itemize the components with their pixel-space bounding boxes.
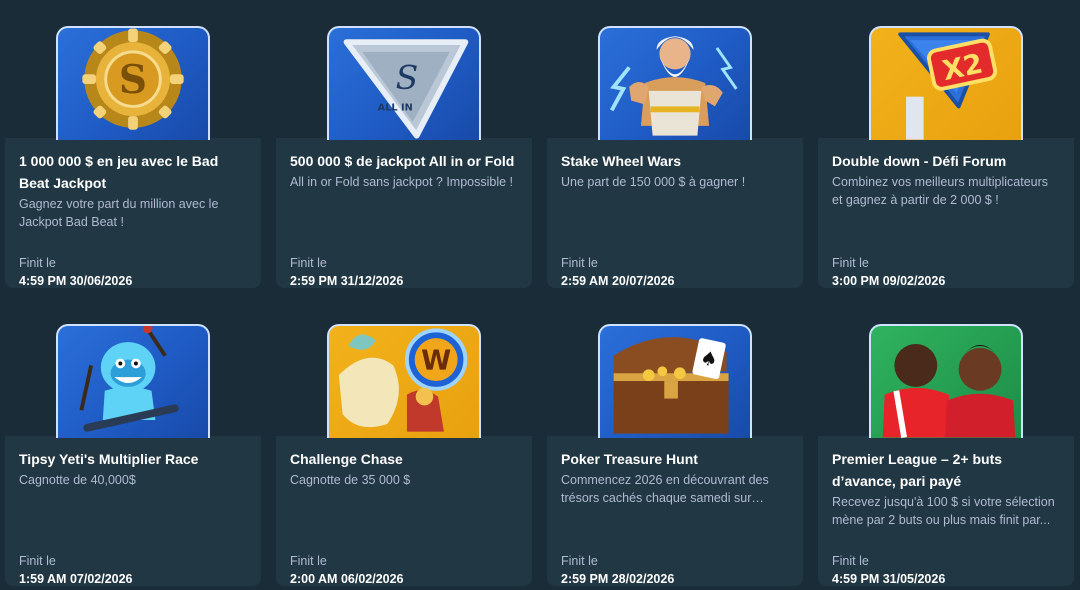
card-description: Une part de 150 000 $ à gagner ! — [561, 175, 746, 189]
card-image-area: X2 — [818, 4, 1074, 140]
football-players — [869, 324, 1023, 438]
yeti-skier — [56, 324, 210, 438]
w-badge-text: W — [421, 345, 451, 376]
svg-text:S: S — [119, 57, 147, 103]
ends-date: 2:59 PM 28/02/2026 — [561, 572, 675, 586]
card-image-area: S — [5, 4, 261, 140]
card-end-info: Finit le 4:59 PM 30/06/2026 — [19, 254, 132, 288]
x2-sign-icon: X2 — [869, 26, 1023, 140]
svg-text:S: S — [396, 58, 419, 97]
card-image-area: W — [276, 302, 532, 438]
card-title: Tipsy Yeti's Multiplier Race — [19, 451, 199, 467]
card-end-info: Finit le 2:59 PM 31/12/2026 — [290, 254, 403, 288]
card-end-info: Finit le 2:59 AM 20/07/2026 — [561, 254, 675, 288]
card-body: Tipsy Yeti's Multiplier Race Cagnotte de… — [5, 436, 261, 586]
card-title: Stake Wheel Wars — [561, 153, 682, 169]
gold-coin-icon: S — [56, 26, 210, 140]
promo-card-challenge-chase[interactable]: W Challenge Chase Cagnotte de 35 000 $ F… — [276, 302, 532, 586]
card-body: 1 000 000 $ en jeu avec le Bad Beat Jack… — [5, 138, 261, 288]
card-body: Stake Wheel Wars Une part de 150 000 $ à… — [547, 138, 803, 288]
card-description: Gagnez votre part du million avec le Jac… — [19, 197, 219, 229]
zeus-character — [598, 26, 752, 140]
card-end-info: Finit le 4:59 PM 31/05/2026 — [832, 552, 945, 586]
promo-card-stake-wheel-wars[interactable]: Stake Wheel Wars Une part de 150 000 $ à… — [547, 4, 803, 288]
w-bubble-characters: W — [327, 324, 481, 438]
ends-date: 2:59 AM 20/07/2026 — [561, 274, 675, 288]
ends-label: Finit le — [19, 554, 56, 568]
card-title: Poker Treasure Hunt — [561, 451, 698, 467]
ends-label: Finit le — [290, 554, 327, 568]
ends-date: 4:59 PM 30/06/2026 — [19, 274, 133, 288]
ends-date: 2:00 AM 06/02/2026 — [290, 572, 404, 586]
ends-label: Finit le — [832, 256, 869, 270]
promo-card-all-in-or-fold[interactable]: S ALL IN 500 000 $ de jackpot All in or … — [276, 4, 532, 288]
card-end-info: Finit le 2:00 AM 06/02/2026 — [290, 552, 404, 586]
promo-card-double-down[interactable]: X2 Double down - Défi Forum Combinez vos… — [818, 4, 1074, 288]
ends-label: Finit le — [832, 554, 869, 568]
card-description: All in or Fold sans jackpot ? Impossible… — [290, 175, 514, 189]
card-body: Double down - Défi Forum Combinez vos me… — [818, 138, 1074, 288]
promotions-grid: S 1 000 000 $ en jeu avec le Bad Beat Ja… — [5, 4, 1074, 586]
ends-date: 1:59 AM 07/02/2026 — [19, 572, 133, 586]
promo-card-premier-league[interactable]: Premier League – 2+ buts d’avance, pari … — [818, 302, 1074, 586]
card-description: Cagnotte de 40,000$ — [19, 473, 136, 487]
ends-label: Finit le — [290, 256, 327, 270]
promo-card-bad-beat-jackpot[interactable]: S 1 000 000 $ en jeu avec le Bad Beat Ja… — [5, 4, 261, 288]
ends-label: Finit le — [19, 256, 56, 270]
card-description: Commencez 2026 en découvrant des trésors… — [561, 473, 769, 505]
all-in-badge-icon: S ALL IN — [327, 26, 481, 140]
card-description: Recevez jusqu'à 100 $ si votre sélection… — [832, 495, 1055, 527]
ends-date: 4:59 PM 31/05/2026 — [832, 572, 946, 586]
card-description: Combinez vos meilleurs multiplicateurs e… — [832, 175, 1049, 207]
card-body: Challenge Chase Cagnotte de 35 000 $ Fin… — [276, 436, 532, 586]
card-title: Challenge Chase — [290, 451, 403, 467]
card-body: Poker Treasure Hunt Commencez 2026 en dé… — [547, 436, 803, 586]
card-image-area: S ALL IN — [276, 4, 532, 140]
card-title: Premier League – 2+ buts d’avance, pari … — [832, 451, 1003, 489]
card-image-area — [5, 302, 261, 438]
card-title: 1 000 000 $ en jeu avec le Bad Beat Jack… — [19, 153, 219, 191]
card-image-area — [818, 302, 1074, 438]
promo-card-tipsy-yeti[interactable]: Tipsy Yeti's Multiplier Race Cagnotte de… — [5, 302, 261, 586]
card-title: 500 000 $ de jackpot All in or Fold — [290, 153, 515, 169]
card-body: 500 000 $ de jackpot All in or Fold All … — [276, 138, 532, 288]
treasure-chest: ♠ — [598, 324, 752, 438]
card-end-info: Finit le 1:59 AM 07/02/2026 — [19, 552, 133, 586]
card-description: Cagnotte de 35 000 $ — [290, 473, 411, 487]
card-image-area — [547, 4, 803, 140]
card-body: Premier League – 2+ buts d’avance, pari … — [818, 436, 1074, 586]
all-in-badge-text: ALL IN — [378, 102, 413, 113]
ends-date: 2:59 PM 31/12/2026 — [290, 274, 404, 288]
card-end-info: Finit le 2:59 PM 28/02/2026 — [561, 552, 674, 586]
card-title: Double down - Défi Forum — [832, 153, 1007, 169]
ends-label: Finit le — [561, 256, 598, 270]
ends-label: Finit le — [561, 554, 598, 568]
promo-card-poker-treasure-hunt[interactable]: ♠ Poker Treasure Hunt Commencez 2026 en … — [547, 302, 803, 586]
card-image-area: ♠ — [547, 302, 803, 438]
ends-date: 3:00 PM 09/02/2026 — [832, 274, 946, 288]
card-end-info: Finit le 3:00 PM 09/02/2026 — [832, 254, 945, 288]
